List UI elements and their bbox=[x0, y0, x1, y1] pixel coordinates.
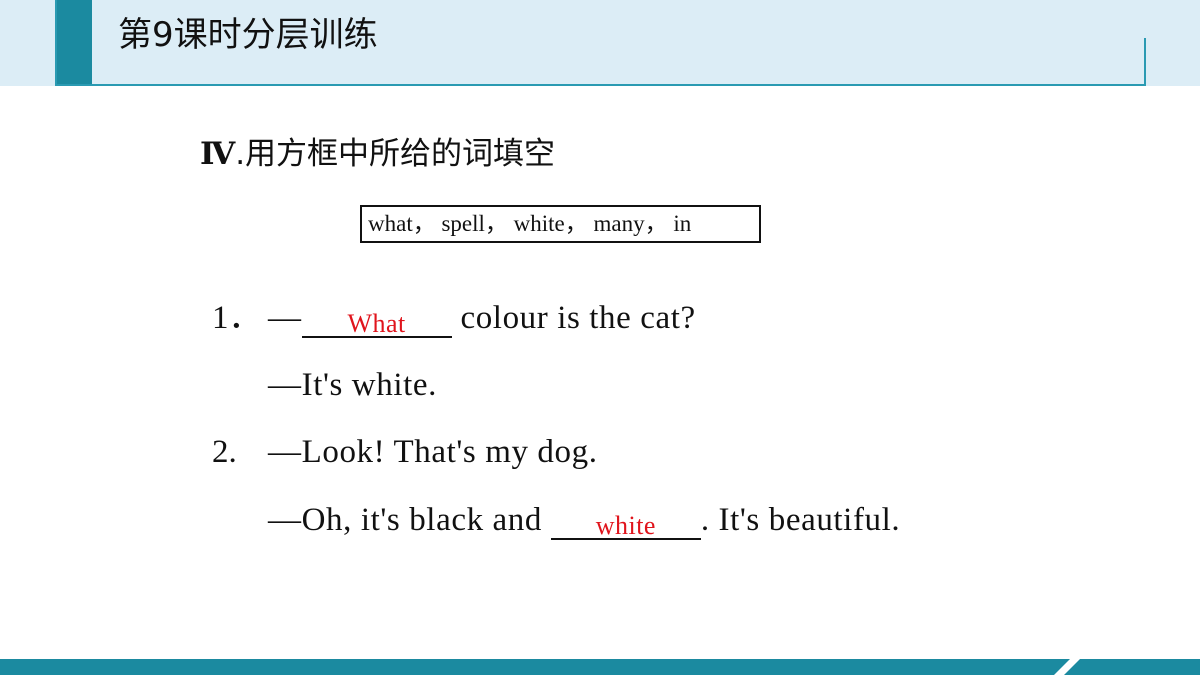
word-box: what， spell， white， many， in bbox=[360, 205, 761, 243]
item-1-number: 1． bbox=[212, 300, 262, 336]
item-1-blank: What bbox=[301, 302, 452, 338]
item-2-reply: —Oh, it's black and white . It's beautifu… bbox=[268, 500, 900, 540]
item-2-blank: white bbox=[550, 504, 701, 540]
item-1-prefix: — bbox=[268, 300, 302, 336]
item-2-reply-prefix: —Oh, it's black and bbox=[268, 502, 551, 538]
item-1-suffix: colour is the cat? bbox=[451, 300, 696, 336]
header-frame-left bbox=[55, 0, 57, 86]
item-2-reply-suffix: . It's beautiful. bbox=[700, 502, 901, 538]
item-1-reply: —It's white. bbox=[268, 367, 437, 403]
item-2-line: —Look! That's my dog. bbox=[268, 434, 598, 470]
item-2-number: 2. bbox=[212, 434, 237, 470]
footer-bar bbox=[0, 659, 1200, 675]
section-heading: Ⅳ.用方框中所给的词填空 bbox=[200, 132, 555, 176]
header-frame-right bbox=[1144, 38, 1146, 86]
header-frame-bottom bbox=[55, 84, 1146, 86]
section-numeral: Ⅳ bbox=[200, 136, 236, 171]
page-title: 第9课时分层训练 bbox=[118, 15, 378, 55]
header-accent-block bbox=[56, 0, 92, 86]
item-1-question: — What colour is the cat? bbox=[268, 298, 696, 338]
section-heading-text: .用方框中所给的词填空 bbox=[235, 136, 556, 172]
item-1-answer: What bbox=[347, 309, 406, 338]
item-2-answer: white bbox=[595, 511, 656, 540]
